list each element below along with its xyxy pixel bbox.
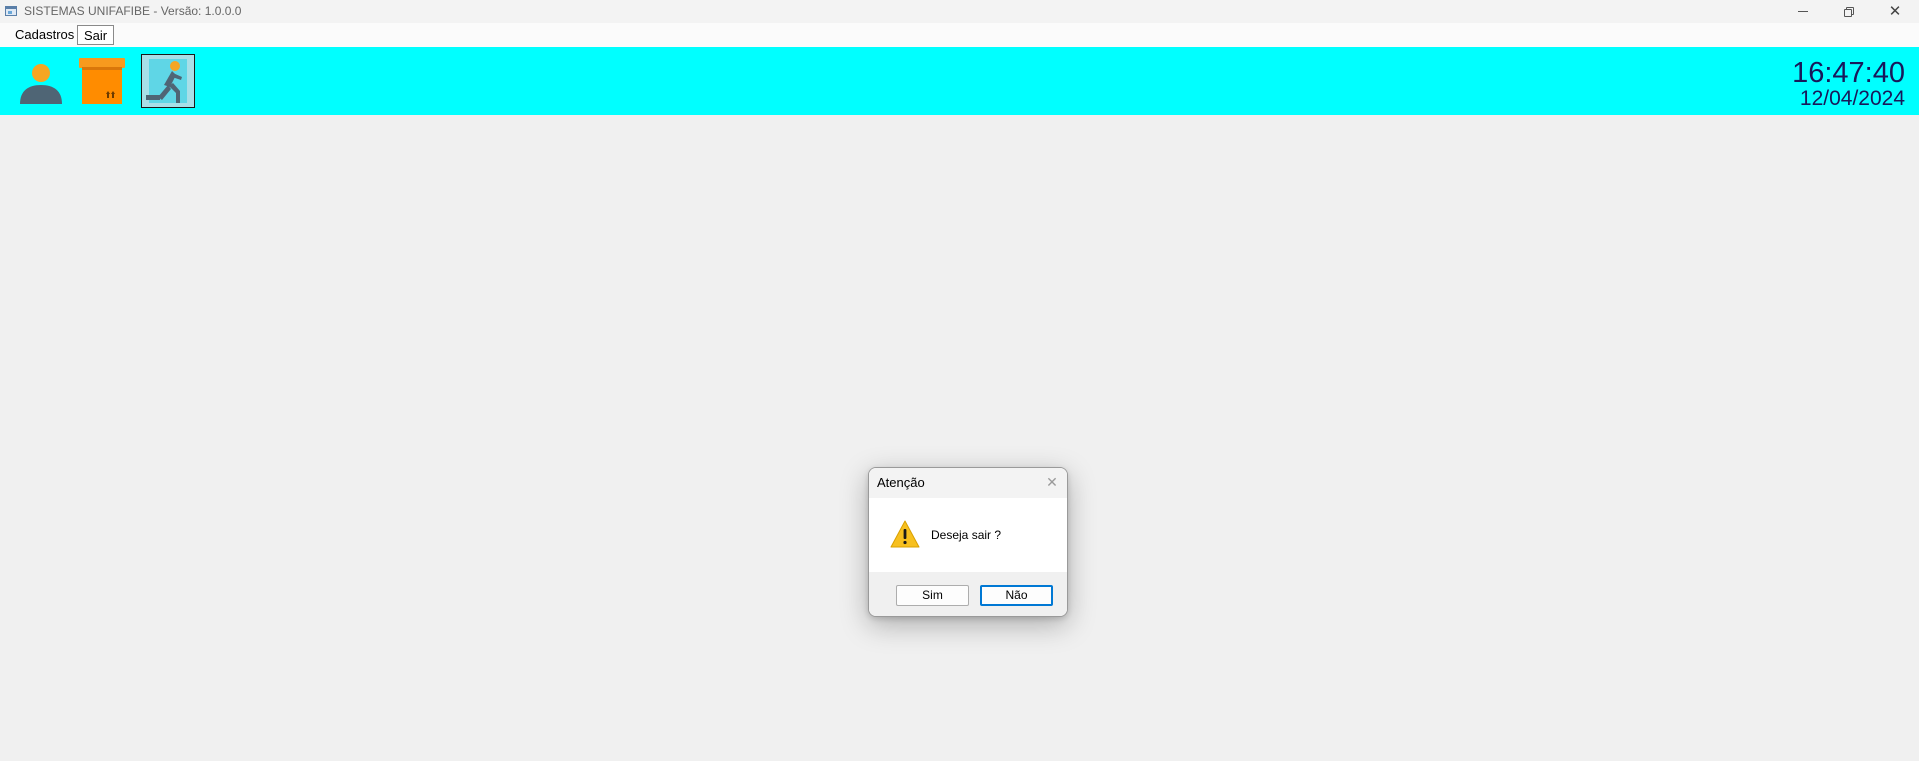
clock-date: 12/04/2024 <box>1799 87 1905 110</box>
app-window: SISTEMAS UNIFAFIBE - Versão: 1.0.0.0 ✕ C… <box>0 0 1919 761</box>
products-button[interactable] <box>75 54 129 108</box>
package-box-icon <box>79 58 125 104</box>
title-bar: SISTEMAS UNIFAFIBE - Versão: 1.0.0.0 ✕ <box>0 0 1919 23</box>
close-icon: ✕ <box>1888 3 1902 20</box>
window-title: SISTEMAS UNIFAFIBE - Versão: 1.0.0.0 <box>24 4 242 18</box>
close-window-button[interactable]: ✕ <box>1872 0 1918 23</box>
toolbar: 16:47:40 12/04/2024 <box>0 47 1919 115</box>
dialog-message: Deseja sair ? <box>931 528 1002 542</box>
dialog-title: Atenção <box>877 475 925 490</box>
app-icon <box>5 6 17 16</box>
yes-button[interactable]: Sim <box>896 585 969 606</box>
dialog-body: Deseja sair ? <box>869 498 1067 572</box>
warning-icon <box>890 520 920 548</box>
menu-item-sair[interactable]: Sair <box>77 25 115 45</box>
menu-bar: Cadastros Sair <box>0 23 1919 47</box>
restore-button[interactable] <box>1826 0 1872 23</box>
minimize-button[interactable] <box>1780 0 1826 23</box>
restore-icon <box>1844 6 1854 17</box>
clock-time: 16:47:40 <box>1792 57 1905 89</box>
exit-button[interactable] <box>141 54 195 108</box>
dialog-footer: Sim Não <box>869 572 1067 616</box>
users-button[interactable] <box>14 54 68 108</box>
exit-confirmation-dialog: Atenção ✕ Deseja sair ? Sim Não <box>868 467 1068 617</box>
no-button[interactable]: Não <box>980 585 1053 606</box>
dialog-titlebar: Atenção ✕ <box>869 468 1067 498</box>
minimize-icon <box>1798 11 1808 12</box>
menu-item-cadastros[interactable]: Cadastros <box>9 25 80 45</box>
exit-running-person-icon <box>146 59 187 103</box>
user-icon <box>20 64 62 104</box>
dialog-close-button[interactable]: ✕ <box>1043 473 1061 491</box>
